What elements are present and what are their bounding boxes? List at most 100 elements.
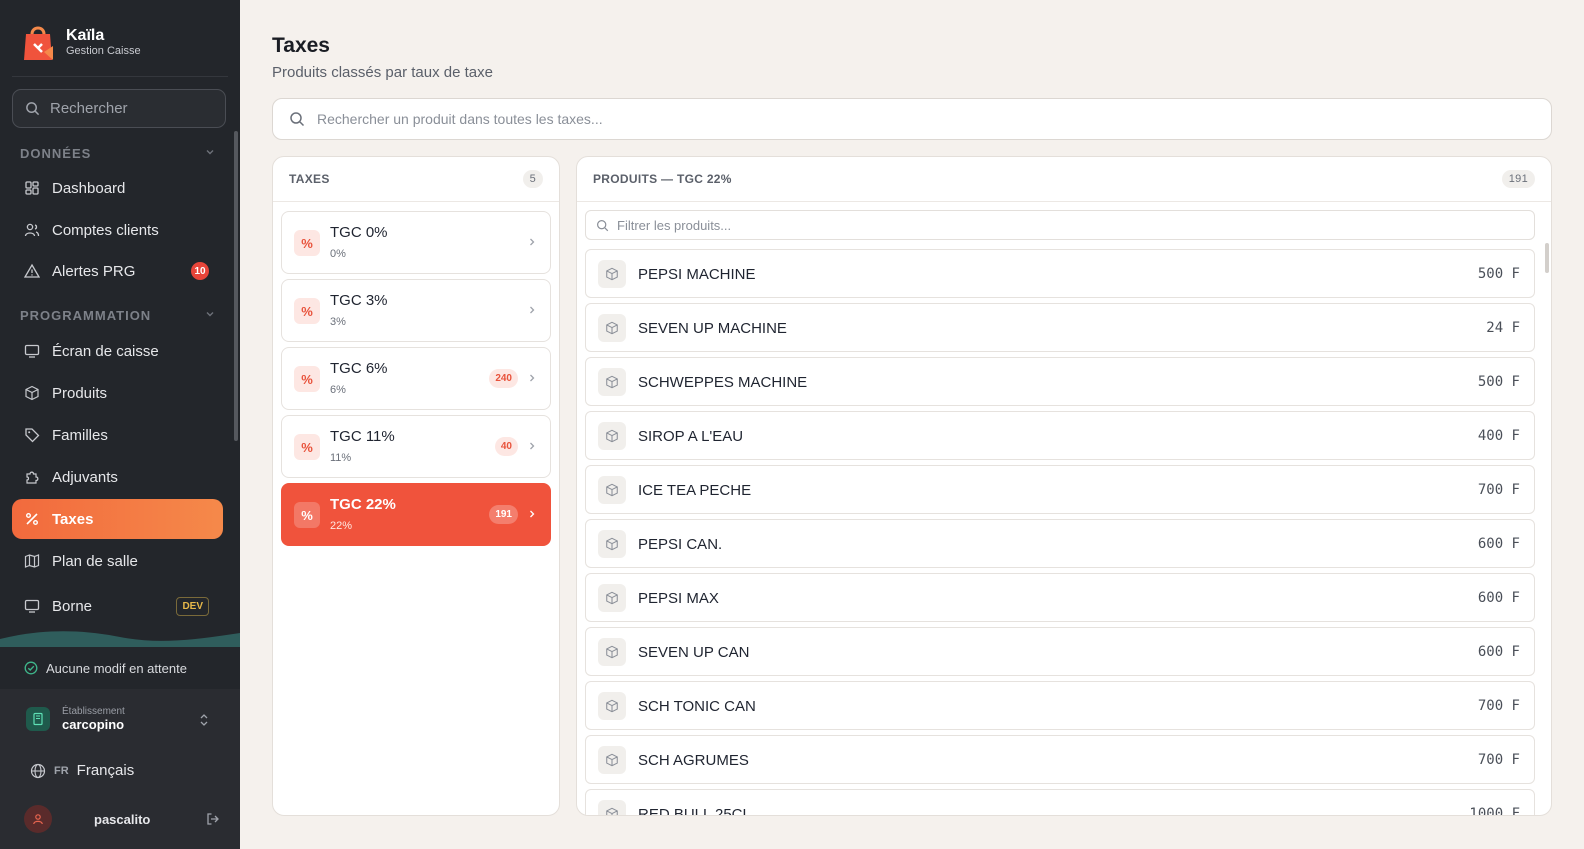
sidebar-item-label: Borne xyxy=(52,597,93,615)
percent-icon: % xyxy=(294,230,320,256)
section-title-programmation: PROGRAMMATION xyxy=(20,308,152,323)
box-icon xyxy=(598,530,626,558)
product-price: 600 F xyxy=(1477,644,1520,660)
tax-rate: 0% xyxy=(330,248,346,260)
product-row[interactable]: SCH AGRUMES 700 F xyxy=(585,735,1535,784)
tax-name: TGC 6% xyxy=(330,360,388,377)
language-selector[interactable]: FR Français xyxy=(30,762,134,779)
box-icon xyxy=(598,692,626,720)
sidebar-item-produits[interactable]: Produits xyxy=(12,373,223,413)
logout-icon[interactable] xyxy=(206,812,220,826)
tax-name: TGC 0% xyxy=(330,224,388,241)
product-filter-input[interactable]: Filtrer les produits... xyxy=(585,210,1535,240)
chevron-up-down-icon[interactable] xyxy=(198,712,210,728)
product-row[interactable]: RED BULL 25CL 1000 F xyxy=(585,789,1535,816)
product-row[interactable]: PEPSI MAX 600 F xyxy=(585,573,1535,622)
page-subtitle: Produits classés par taux de taxe xyxy=(272,64,493,81)
dev-badge: DEV xyxy=(176,596,209,616)
products-panel: PRODUITS — TGC 22% 191 Filtrer les produ… xyxy=(576,156,1552,816)
establishment-selector[interactable]: Établissement carcopino xyxy=(26,706,125,732)
product-row[interactable]: SEVEN UP CAN 600 F xyxy=(585,627,1535,676)
tax-name: TGC 22% xyxy=(330,496,396,513)
sync-status: Aucune modif en attente xyxy=(0,647,240,689)
tax-item-tgc-6[interactable]: % TGC 6% 6% 240 xyxy=(281,347,551,410)
percent-icon: % xyxy=(294,298,320,324)
sidebar-search-input[interactable]: Rechercher xyxy=(12,89,226,128)
product-row[interactable]: SCHWEPPES MACHINE 500 F xyxy=(585,357,1535,406)
product-price: 700 F xyxy=(1477,482,1520,498)
tax-rate: 11% xyxy=(330,452,352,464)
language-code: FR xyxy=(54,764,69,777)
product-row[interactable]: PEPSI MACHINE 500 F xyxy=(585,249,1535,298)
wave-decoration xyxy=(0,631,240,647)
box-icon xyxy=(24,385,40,401)
sidebar-item-taxes[interactable]: Taxes xyxy=(12,499,223,539)
tax-item-tgc-0[interactable]: % TGC 0% 0% xyxy=(281,211,551,274)
sidebar-item-adjuvants[interactable]: Adjuvants xyxy=(12,457,223,497)
sidebar-item-alertes-prg[interactable]: Alertes PRG 10 xyxy=(12,251,223,291)
products-panel-header: PRODUITS — TGC 22% 191 xyxy=(577,157,1551,202)
box-icon xyxy=(598,422,626,450)
divider xyxy=(12,76,228,77)
tax-item-tgc-11[interactable]: % TGC 11% 11% 40 xyxy=(281,415,551,478)
products-panel-title: PRODUITS — TGC 22% xyxy=(593,172,732,186)
brand-name: Kaïla xyxy=(66,26,105,44)
global-product-search-input[interactable]: Rechercher un produit dans toutes les ta… xyxy=(272,98,1552,140)
box-icon xyxy=(598,476,626,504)
tax-product-count: 240 xyxy=(489,369,518,388)
product-price: 24 F xyxy=(1486,320,1520,336)
box-icon xyxy=(598,260,626,288)
shopping-bag-logo-icon xyxy=(24,26,53,60)
tax-product-count: 40 xyxy=(494,437,518,456)
product-row[interactable]: SEVEN UP MACHINE 24 F xyxy=(585,303,1535,352)
box-icon xyxy=(598,746,626,774)
sidebar-item-label: Comptes clients xyxy=(52,221,159,239)
product-name: RED BULL 25CL xyxy=(638,806,751,816)
product-price: 700 F xyxy=(1477,698,1520,714)
tax-rate: 6% xyxy=(330,384,346,396)
product-row[interactable]: ICE TEA PECHE 700 F xyxy=(585,465,1535,514)
brand-subtitle: Gestion Caisse xyxy=(66,44,141,57)
box-icon xyxy=(598,584,626,612)
chevron-right-icon xyxy=(530,442,535,450)
chevron-right-icon xyxy=(530,306,535,314)
product-row[interactable]: PEPSI CAN. 600 F xyxy=(585,519,1535,568)
product-price: 1000 F xyxy=(1469,806,1520,816)
sidebar-item-plan-de-salle[interactable]: Plan de salle xyxy=(12,541,223,581)
tax-item-tgc-3[interactable]: % TGC 3% 3% xyxy=(281,279,551,342)
sidebar-item-label: Écran de caisse xyxy=(52,342,159,360)
taxes-panel-header: TAXES 5 xyxy=(273,157,559,202)
sidebar-item-ecran-de-caisse[interactable]: Écran de caisse xyxy=(12,331,223,371)
taxes-panel: TAXES 5 % TGC 0% 0% % TGC 3% 3% % TGC 6%… xyxy=(272,156,560,816)
monitor-icon xyxy=(24,598,40,614)
sidebar-item-borne[interactable]: Borne DEV xyxy=(12,586,223,626)
sidebar-item-familles[interactable]: Familles xyxy=(12,415,223,455)
product-row[interactable]: SIROP A L'EAU 400 F xyxy=(585,411,1535,460)
section-donnees[interactable]: DONNÉES xyxy=(20,146,216,161)
product-name: SCH TONIC CAN xyxy=(638,698,756,715)
sidebar-item-label: Adjuvants xyxy=(52,468,118,486)
product-name: PEPSI CAN. xyxy=(638,536,723,553)
section-programmation[interactable]: PROGRAMMATION xyxy=(20,308,216,323)
sidebar-item-label: Familles xyxy=(52,426,108,444)
tag-icon xyxy=(24,427,40,443)
user-profile[interactable]: pascalito xyxy=(24,805,220,833)
sync-status-text: Aucune modif en attente xyxy=(46,660,187,676)
establishment-label: Établissement xyxy=(62,706,125,717)
sidebar-search-placeholder: Rechercher xyxy=(50,100,128,117)
product-name: SEVEN UP CAN xyxy=(638,644,750,661)
sidebar-item-dashboard[interactable]: Dashboard xyxy=(12,168,223,208)
avatar xyxy=(24,805,52,833)
sidebar-item-comptes-clients[interactable]: Comptes clients xyxy=(12,210,223,250)
percent-icon: % xyxy=(294,366,320,392)
tax-item-tgc-22[interactable]: % TGC 22% 22% 191 xyxy=(281,483,551,546)
puzzle-icon xyxy=(24,469,40,485)
product-name: SCHWEPPES MACHINE xyxy=(638,374,808,391)
sidebar: Kaïla Gestion Caisse Rechercher DONNÉES … xyxy=(0,0,240,849)
brand[interactable]: Kaïla Gestion Caisse xyxy=(20,22,141,62)
user-name: pascalito xyxy=(94,811,151,827)
product-name: SIROP A L'EAU xyxy=(638,428,744,445)
products-scrollbar[interactable] xyxy=(1545,243,1549,273)
product-row[interactable]: SCH TONIC CAN 700 F xyxy=(585,681,1535,730)
sidebar-scrollbar[interactable] xyxy=(234,131,238,441)
